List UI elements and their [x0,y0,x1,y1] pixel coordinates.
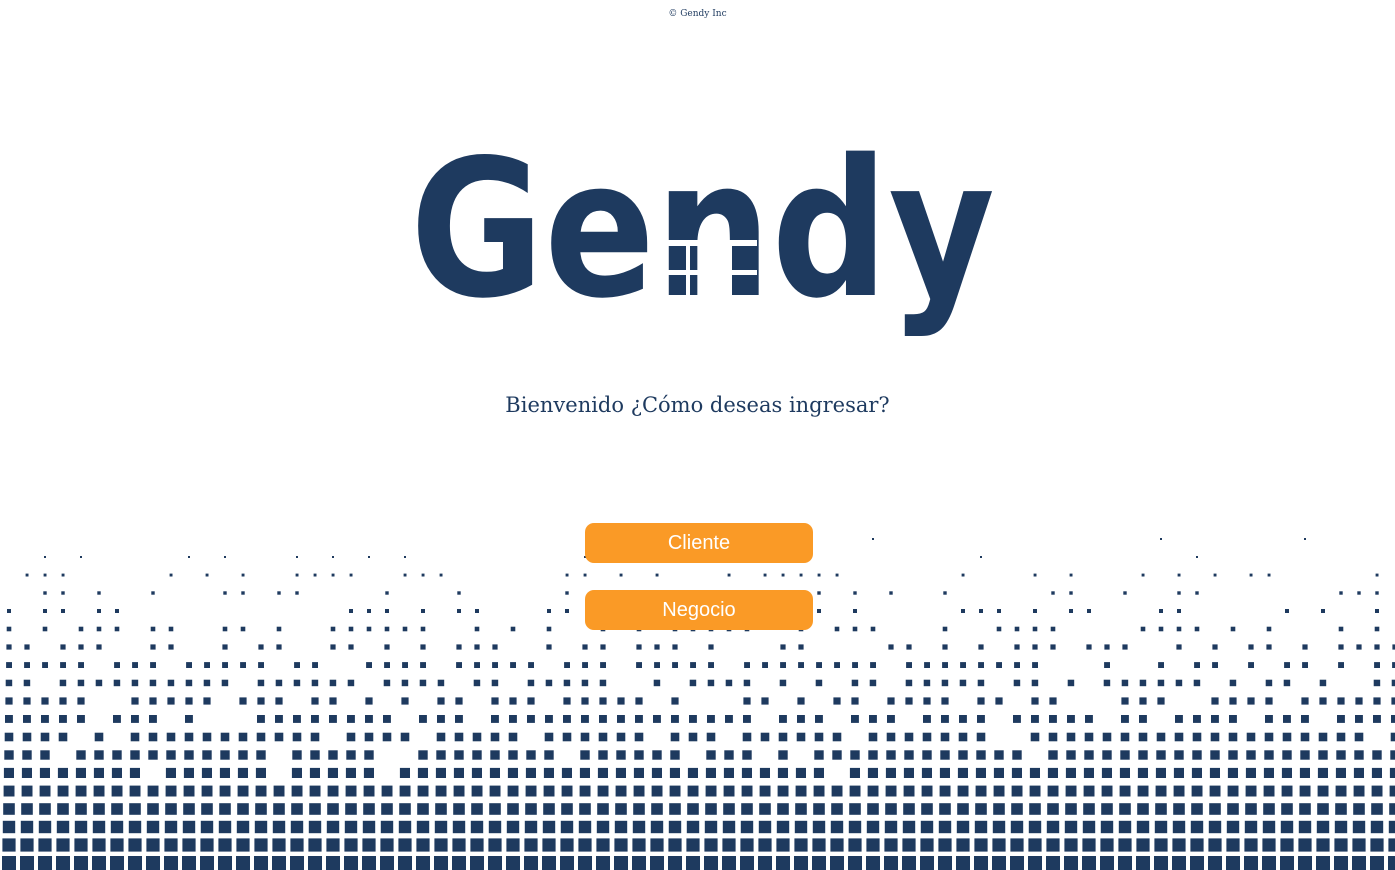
welcome-message: Bienvenido ¿Cómo deseas ingresar? [505,393,890,417]
copyright-text: © Gendy Inc [668,9,727,19]
halftone-square-pattern [2,538,1395,870]
cliente-button[interactable]: Cliente [585,523,813,563]
gendy-logo: Gendy [410,145,995,340]
negocio-button[interactable]: Negocio [585,590,813,630]
